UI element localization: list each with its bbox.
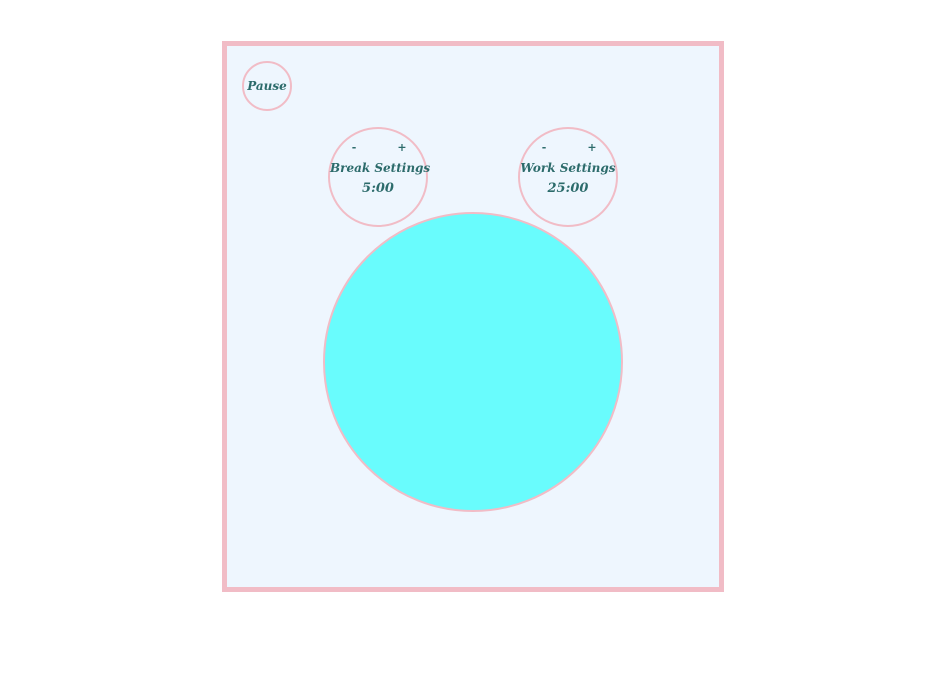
pause-button-label: Pause bbox=[247, 79, 287, 93]
work-settings-panel: - + Work Settings 25:00 bbox=[518, 127, 618, 227]
work-adjust-row: - + bbox=[520, 141, 616, 155]
work-settings-title: Work Settings bbox=[520, 161, 616, 175]
break-settings-panel: - + Break Settings 5:00 bbox=[328, 127, 431, 227]
timer-circle[interactable] bbox=[323, 212, 623, 512]
break-settings-title: Break Settings bbox=[330, 161, 431, 175]
break-duration-value: 5:00 bbox=[362, 181, 394, 196]
break-decrease-button[interactable]: - bbox=[348, 141, 360, 155]
break-increase-button[interactable]: + bbox=[396, 141, 408, 155]
work-decrease-button[interactable]: - bbox=[538, 141, 550, 155]
break-adjust-row: - + bbox=[330, 141, 426, 155]
pause-button[interactable]: Pause bbox=[242, 61, 292, 111]
work-duration-value: 25:00 bbox=[547, 181, 589, 196]
work-increase-button[interactable]: + bbox=[586, 141, 598, 155]
pomodoro-app-frame: Pause - + Break Settings 5:00 - + Work S… bbox=[222, 41, 724, 592]
